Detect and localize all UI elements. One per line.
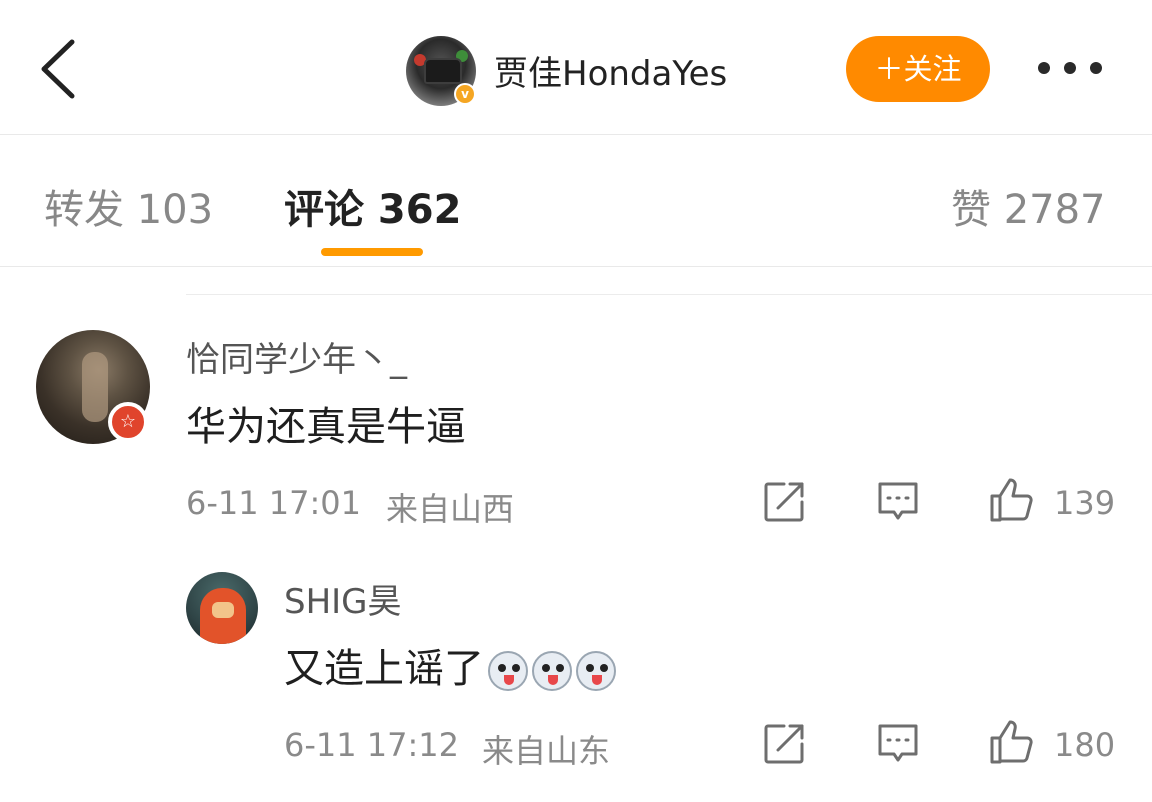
like-count: 180 <box>1054 726 1116 764</box>
like-count: 139 <box>1054 484 1116 522</box>
reply-time: 6-11 17:12 <box>284 726 460 764</box>
author-avatar[interactable]: v <box>406 36 476 106</box>
like-icon[interactable] <box>988 476 1036 524</box>
active-tab-indicator <box>321 248 423 256</box>
like-icon[interactable] <box>988 718 1036 766</box>
comment-location: 来自山西 <box>386 490 515 528</box>
comment-time: 6-11 17:01 <box>186 484 362 522</box>
reply-icon[interactable] <box>876 722 920 766</box>
follow-button[interactable]: ＋关注 <box>846 36 990 102</box>
comment-username[interactable]: 恰同学少年丶_ <box>186 332 407 381</box>
reply-text: 又造上谣了 <box>284 646 484 692</box>
verified-badge: v <box>454 83 476 105</box>
tab-reposts[interactable]: 转发 103 <box>44 177 213 235</box>
back-icon[interactable] <box>36 36 84 102</box>
tab-bar: 转发 103 评论 362 赞 2787 <box>0 135 1152 267</box>
repost-icon[interactable] <box>762 722 806 766</box>
reply-username[interactable]: SHIG昊 <box>284 574 402 623</box>
comment-text: 华为还真是牛逼 <box>186 404 466 450</box>
more-options-icon[interactable] <box>1034 50 1106 86</box>
replier-avatar[interactable] <box>186 572 258 644</box>
author-name[interactable]: 贾佳HondaYes <box>494 46 727 95</box>
reply-text-row: 又造上谣了 <box>284 636 616 694</box>
reply-location: 来自山东 <box>482 732 611 770</box>
husky-emoji-icon <box>488 651 528 691</box>
husky-emoji-icon <box>532 651 572 691</box>
repost-icon[interactable] <box>762 480 806 524</box>
reply-icon[interactable] <box>876 480 920 524</box>
commenter-avatar[interactable]: ☆ <box>36 330 150 444</box>
tab-comments[interactable]: 评论 362 <box>284 177 461 235</box>
tab-likes[interactable]: 赞 2787 <box>951 177 1106 235</box>
husky-emoji-icon <box>576 651 616 691</box>
divider <box>186 294 1152 295</box>
user-badge-icon: ☆ <box>108 402 148 442</box>
